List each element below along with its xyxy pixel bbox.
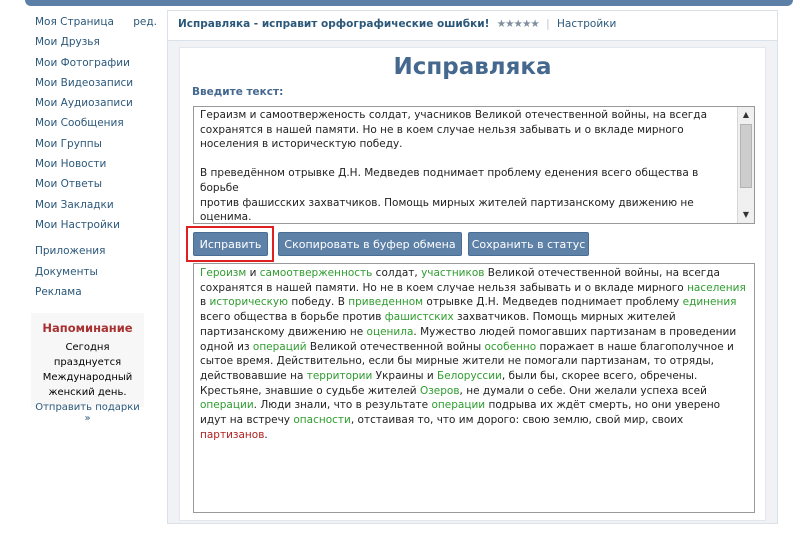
output-text-span: , не думали о себе. Они желали успеха вс…	[459, 384, 707, 397]
sidebar-item-apps[interactable]: Приложения	[35, 245, 157, 265]
output-text-span: , отстаивая то, что им дорого: свою земл…	[350, 414, 684, 427]
sidebar-item-videos[interactable]: Мои Видеозаписи	[35, 77, 157, 97]
scroll-thumb[interactable]	[740, 124, 752, 188]
output-text-span: солдат,	[372, 267, 422, 279]
app-frame: Исправляка - исправит орфографические ош…	[167, 10, 778, 524]
text-input-area[interactable]: Гераизм и самоотверженость солдат, учасн…	[193, 106, 755, 224]
output-text-span: отрывке Д.Н. Медведев поднимает проблему	[423, 296, 683, 309]
reminder-box: Напоминание Сегодня празднуется Междунар…	[31, 313, 144, 424]
sidebar-row-my-page: Моя Страница ред.	[35, 16, 157, 36]
output-text-span: всего общества в борьбе против	[200, 311, 385, 324]
top-header-bar	[25, 0, 793, 6]
output-text-span: Украины и	[372, 369, 437, 382]
app-content: Исправляка Введите текст: Гераизм и само…	[179, 47, 766, 521]
copy-to-clipboard-button[interactable]: Скопировать в буфер обмена	[278, 232, 462, 256]
save-to-status-button[interactable]: Сохранить в статус	[468, 232, 589, 256]
output-text-span: победу. В	[288, 296, 349, 309]
sidebar-item-photos[interactable]: Мои Фотографии	[35, 57, 157, 77]
corrected-word: Героизм	[200, 267, 247, 279]
reminder-line-3: женский день.	[48, 387, 127, 398]
sidebar-item-news[interactable]: Мои Новости	[35, 158, 157, 178]
corrected-word: историческую	[209, 296, 288, 309]
corrected-word: операции	[431, 399, 486, 412]
sidebar-item-answers[interactable]: Мои Ответы	[35, 178, 157, 198]
sidebar-item-documents[interactable]: Документы	[35, 266, 157, 286]
reminder-line-2: Международный	[42, 372, 133, 383]
corrected-word: операции	[200, 399, 254, 412]
sidebar-item-settings[interactable]: Мои Настройки	[35, 219, 157, 239]
reminder-line-1: Сегодня празднуется	[53, 342, 122, 368]
output-text-span: .	[264, 428, 268, 441]
send-gifts-link[interactable]: Отправить подарки »	[31, 402, 144, 424]
corrected-word: единения	[682, 296, 737, 309]
sidebar-item-groups[interactable]: Мои Группы	[35, 138, 157, 158]
corrected-word: приведенном	[348, 296, 424, 309]
corrected-text-area: Героизм и самоотверженность солдат, учас…	[193, 263, 755, 513]
corrected-word: опасности	[293, 414, 351, 427]
sidebar-edit-link[interactable]: ред.	[133, 16, 157, 28]
app-header: Исправляка - исправит орфографические ош…	[168, 11, 777, 41]
unknown-word: партизанов	[200, 428, 265, 441]
corrected-word: территории	[306, 369, 373, 382]
corrected-word: фашистских	[384, 311, 454, 324]
corrected-word: оценила	[366, 325, 414, 338]
fix-button[interactable]: Исправить	[193, 232, 268, 256]
header-separator: |	[546, 18, 550, 30]
sidebar-item-friends[interactable]: Мои Друзья	[35, 36, 157, 56]
corrected-text: Героизм и самоотверженность солдат, учас…	[200, 266, 748, 442]
corrected-word: населения	[687, 281, 746, 294]
input-text[interactable]: Гераизм и самоотверженость солдат, учасн…	[200, 108, 738, 223]
corrected-word: особенно	[484, 340, 537, 353]
output-text-span: . Люди знали, что в результате	[253, 399, 432, 412]
output-text-span: и	[246, 267, 260, 279]
rating-stars-icon: ★★★★★	[496, 18, 540, 30]
input-label: Введите текст:	[192, 86, 284, 98]
settings-link[interactable]: Настройки	[557, 18, 616, 30]
output-text-span: Великой отечественной войны	[306, 340, 485, 353]
input-scrollbar[interactable]: ▲ ▼	[737, 107, 754, 223]
reminder-title: Напоминание	[42, 321, 133, 335]
output-text-span: в	[200, 296, 210, 309]
corrected-word: операций	[252, 340, 307, 353]
corrected-word: Белоруссии	[436, 369, 502, 382]
sidebar-item-messages[interactable]: Мои Сообщения	[35, 117, 157, 137]
sidebar-item-bookmarks[interactable]: Мои Закладки	[35, 199, 157, 219]
corrected-word: участников	[421, 267, 485, 279]
app-title[interactable]: Исправляка - исправит орфографические ош…	[178, 18, 489, 30]
sidebar-item-ads[interactable]: Реклама	[35, 286, 157, 306]
page-title: Исправляка	[393, 54, 552, 80]
corrected-word: Озеров	[419, 384, 460, 397]
scroll-up-arrow-icon[interactable]: ▲	[738, 107, 754, 123]
corrected-word: самоотверженность	[259, 267, 373, 279]
sidebar-item-audio[interactable]: Мои Аудиозаписи	[35, 97, 157, 117]
left-sidebar: Моя Страница ред. Мои Друзья Мои Фотогра…	[35, 16, 157, 306]
scroll-down-arrow-icon[interactable]: ▼	[738, 207, 754, 223]
